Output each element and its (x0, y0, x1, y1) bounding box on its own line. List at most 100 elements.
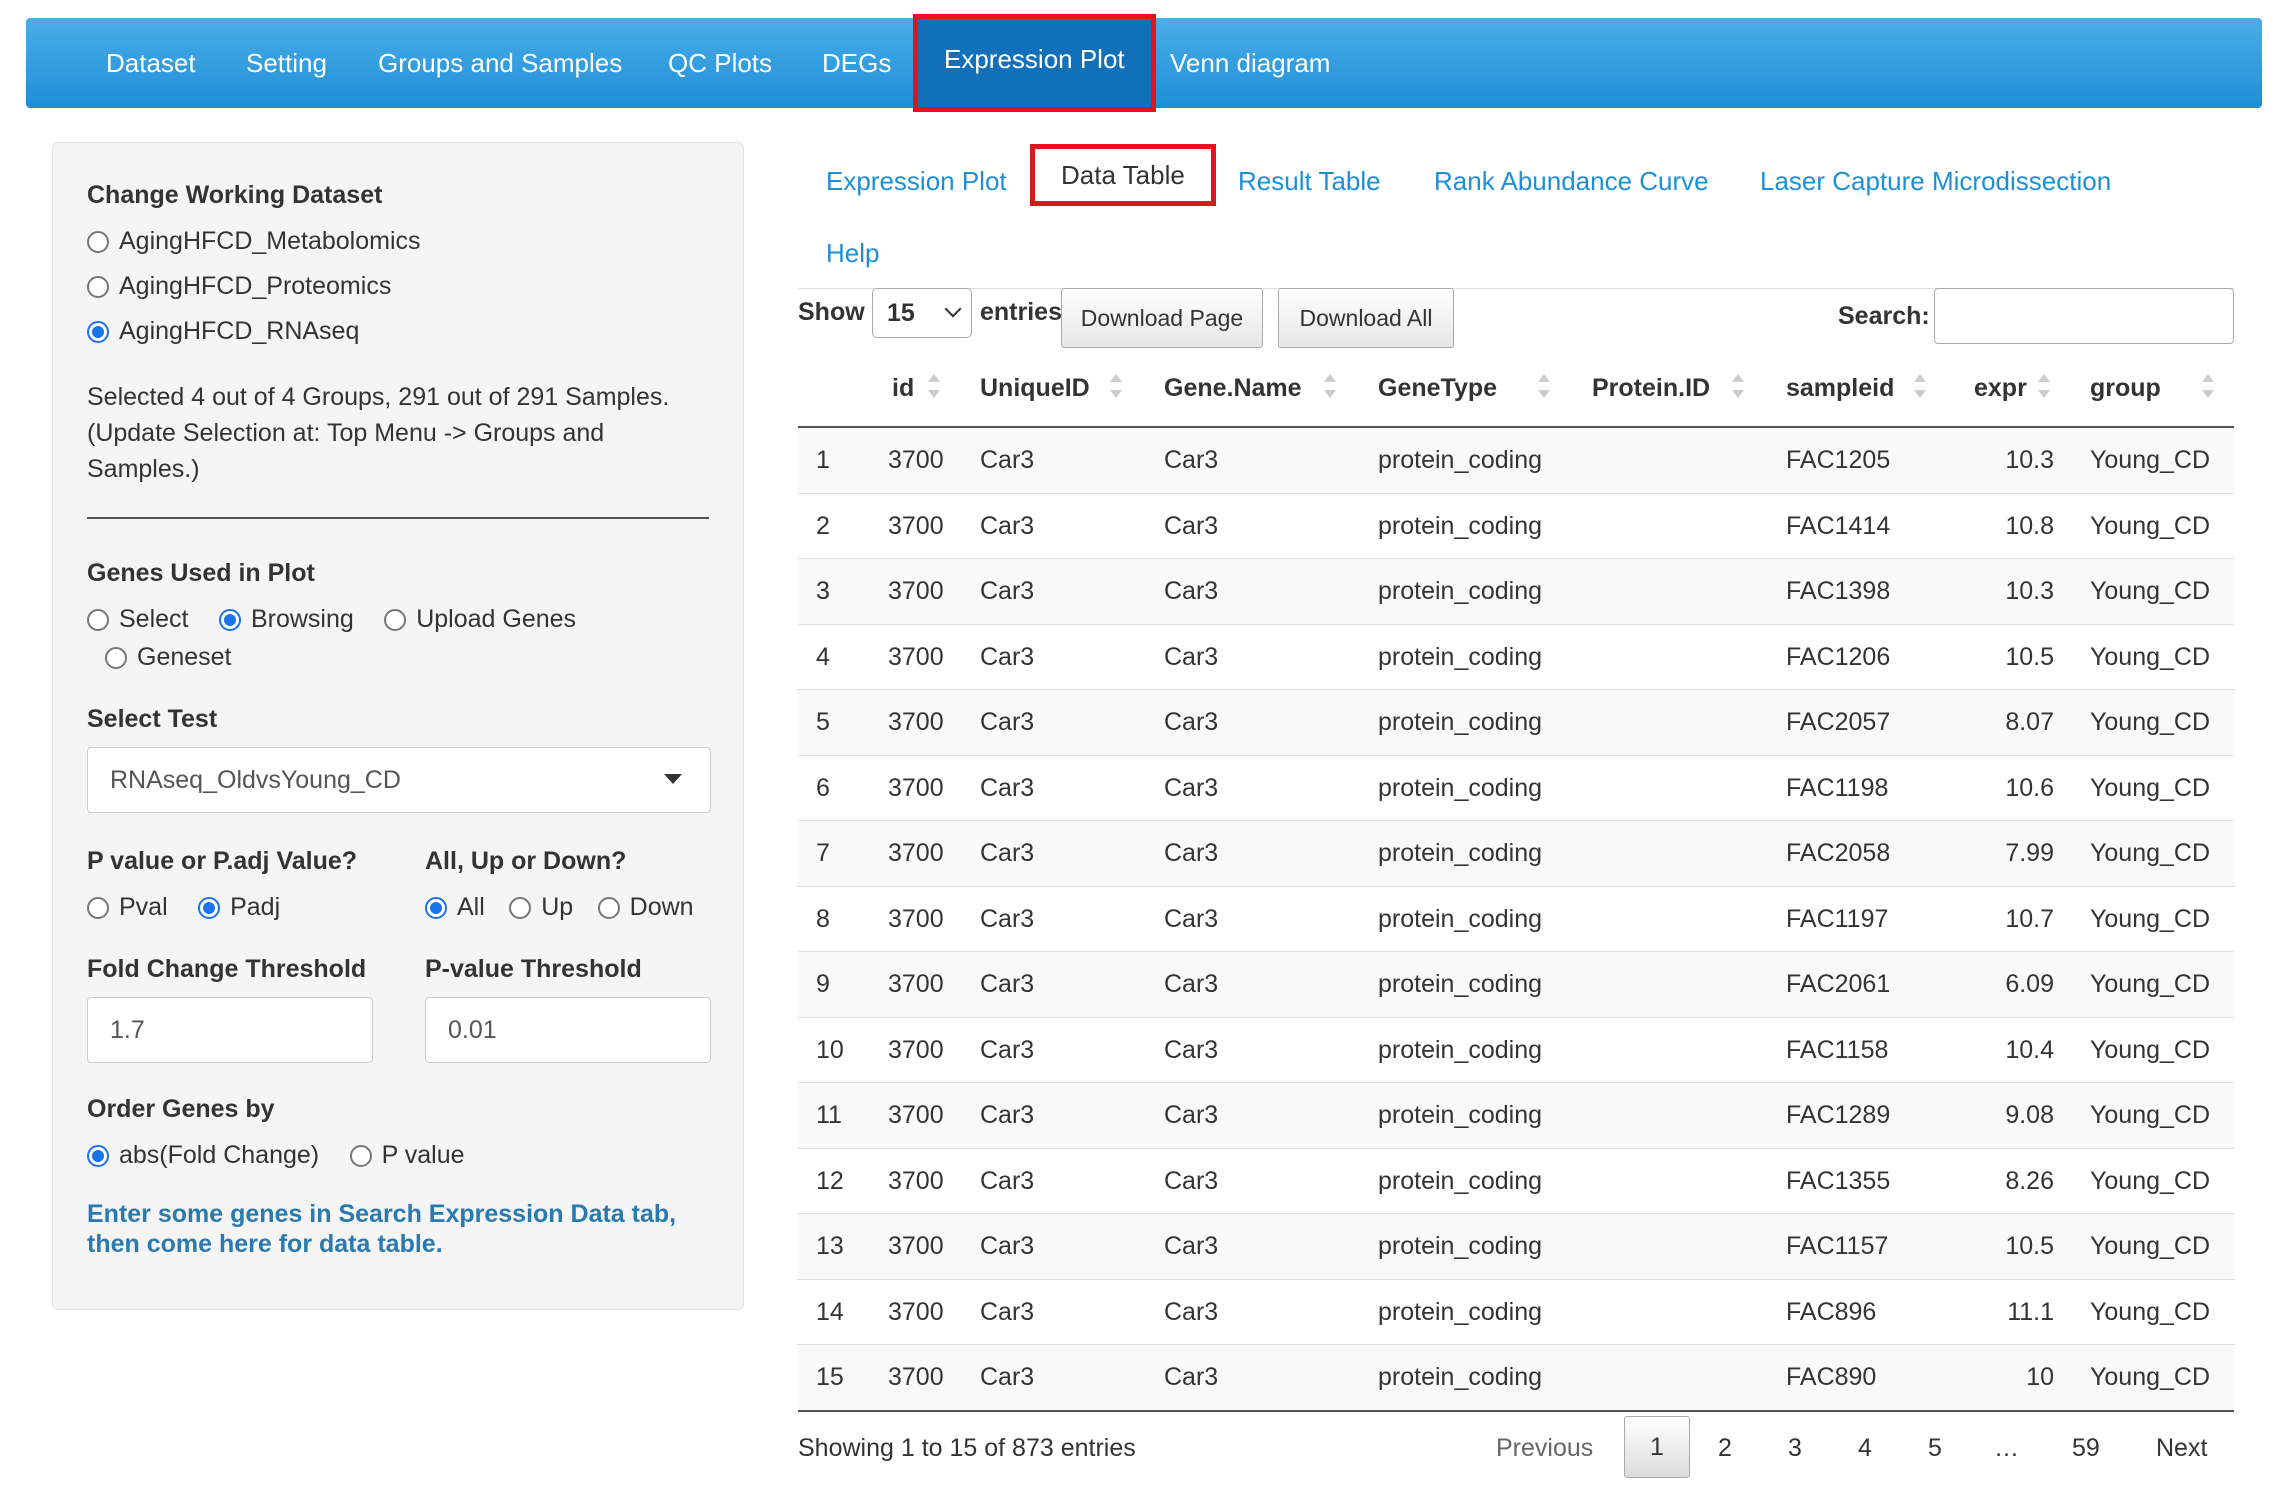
nav-qc-plots[interactable]: QC Plots (668, 18, 772, 108)
radio-icon[interactable] (509, 897, 532, 919)
sort-icon[interactable] (2202, 374, 2214, 404)
radio-icon[interactable] (105, 647, 127, 669)
table-row[interactable]: 4 3700 Car3 Car3 protein_coding FAC1206 10.5 Yo… (798, 625, 2234, 690)
tab-data-table[interactable]: Data Table (1030, 144, 1216, 206)
col-id[interactable]: id (892, 374, 914, 403)
page-59-button[interactable]: 59 (2072, 1434, 2100, 1462)
order-option-pvalue[interactable]: P value (382, 1141, 465, 1169)
tab-result-table[interactable]: Result Table (1238, 166, 1381, 197)
table-cell: Car3 (1164, 839, 1219, 867)
sort-icon[interactable] (1732, 374, 1744, 404)
radio-icon[interactable] (87, 231, 109, 253)
radio-selected-icon[interactable] (198, 897, 221, 919)
direction-option-up[interactable]: Up (541, 893, 573, 921)
entries-select[interactable]: 15 (872, 288, 972, 338)
pval-option-pval[interactable]: Pval (119, 893, 168, 921)
dataset-option-proteomics[interactable]: AgingHFCD_Proteomics (87, 272, 391, 301)
tab-help[interactable]: Help (826, 238, 879, 269)
nav-dataset[interactable]: Dataset (106, 18, 196, 108)
dataset-option-metabolomics[interactable]: AgingHFCD_Metabolomics (87, 227, 421, 256)
table-cell: Car3 (1164, 1101, 1219, 1129)
radio-icon[interactable] (384, 609, 407, 631)
table-bottom-border (798, 1410, 2234, 1412)
table-row[interactable]: 15 3700 Car3 Car3 protein_coding FAC890 10 Youn… (798, 1345, 2234, 1411)
table-row[interactable]: 1 3700 Car3 Car3 protein_coding FAC1205 10.3 Yo… (798, 428, 2234, 494)
radio-selected-icon[interactable] (87, 321, 109, 343)
table-row[interactable]: 5 3700 Car3 Car3 protein_coding FAC2057 8.07 Yo… (798, 690, 2234, 756)
tab-expression-plot[interactable]: Expression Plot (826, 166, 1007, 197)
sidebar-panel: Change Working Dataset AgingHFCD_Metabol… (52, 142, 744, 1310)
col-expr[interactable]: expr (1974, 374, 2027, 403)
table-row[interactable]: 3 3700 Car3 Car3 protein_coding FAC1398 10.3 Yo… (798, 559, 2234, 625)
table-row[interactable]: 12 3700 Car3 Car3 protein_coding FAC1355 8.26 Y… (798, 1149, 2234, 1214)
pvalue-threshold-input[interactable]: 0.01 (425, 997, 711, 1063)
page-3-button[interactable]: 3 (1788, 1434, 1802, 1462)
sort-icon[interactable] (2038, 374, 2050, 404)
pval-option-padj[interactable]: Padj (230, 893, 280, 921)
tab-laser-capture-microdissection[interactable]: Laser Capture Microdissection (1760, 166, 2111, 197)
table-row[interactable]: 2 3700 Car3 Car3 protein_coding FAC1414 10.8 Yo… (798, 494, 2234, 559)
page-2-button[interactable]: 2 (1718, 1434, 1732, 1462)
direction-option-all[interactable]: All (457, 893, 485, 921)
download-all-button[interactable]: Download All (1278, 288, 1454, 348)
col-uniqueid[interactable]: UniqueID (980, 374, 1090, 403)
tab-rank-abundance-curve[interactable]: Rank Abundance Curve (1434, 166, 1709, 197)
genes-option-select[interactable]: Select (119, 605, 188, 633)
next-button[interactable]: Next (2156, 1434, 2207, 1462)
table-row[interactable]: 14 3700 Car3 Car3 protein_coding FAC896 11.1 Yo… (798, 1280, 2234, 1345)
radio-icon[interactable] (87, 276, 109, 298)
table-row[interactable]: 13 3700 Car3 Car3 protein_coding FAC1157 10.5 Y… (798, 1214, 2234, 1280)
search-label: Search: (1838, 302, 1930, 330)
dataset-option-rnaseq[interactable]: AgingHFCD_RNAseq (87, 317, 359, 346)
table-row[interactable]: 6 3700 Car3 Car3 protein_coding FAC1198 10.6 Yo… (798, 756, 2234, 821)
nav-degs[interactable]: DEGs (822, 18, 891, 108)
table-cell: FAC1157 (1786, 1232, 1889, 1260)
genes-option-upload[interactable]: Upload Genes (416, 605, 576, 633)
sort-icon[interactable] (1914, 374, 1926, 404)
sort-icon[interactable] (1538, 374, 1550, 404)
col-protein-id[interactable]: Protein.ID (1592, 374, 1710, 403)
radio-selected-icon[interactable] (218, 609, 241, 631)
table-row[interactable]: 8 3700 Car3 Car3 protein_coding FAC1197 10.7 Yo… (798, 887, 2234, 952)
genes-option-geneset[interactable]: Geneset (137, 643, 232, 671)
genes-option-browsing[interactable]: Browsing (251, 605, 354, 633)
col-gene-name[interactable]: Gene.Name (1164, 374, 1302, 403)
search-input[interactable] (1934, 288, 2234, 344)
fold-change-input[interactable]: 1.7 (87, 997, 373, 1063)
nav-groups-and-samples[interactable]: Groups and Samples (378, 18, 622, 108)
table-cell: FAC2058 (1786, 839, 1891, 867)
radio-selected-icon[interactable] (87, 1145, 109, 1167)
radio-icon[interactable] (349, 1145, 372, 1167)
table-cell: protein_coding (1378, 446, 1543, 474)
sort-icon[interactable] (1324, 374, 1336, 404)
radio-icon[interactable] (597, 897, 620, 919)
nav-expression-plot[interactable]: Expression Plot (913, 14, 1156, 112)
table-cell: Car3 (980, 1232, 1035, 1260)
table-cell: FAC1197 (1786, 904, 1889, 933)
col-genetype[interactable]: GeneType (1378, 374, 1497, 403)
sort-icon[interactable] (928, 374, 940, 404)
page-4-button[interactable]: 4 (1858, 1434, 1872, 1462)
table-cell: Car3 (1164, 1297, 1219, 1326)
direction-option-down[interactable]: Down (630, 893, 694, 921)
nav-setting[interactable]: Setting (246, 18, 327, 108)
radio-icon[interactable] (87, 897, 109, 919)
table-row[interactable]: 9 3700 Car3 Car3 protein_coding FAC2061 6.09 Yo… (798, 952, 2234, 1018)
select-test-dropdown[interactable]: RNAseq_OldvsYoung_CD (87, 747, 711, 813)
previous-button[interactable]: Previous (1496, 1434, 1593, 1462)
radio-icon[interactable] (87, 609, 109, 631)
table-row[interactable]: 11 3700 Car3 Car3 protein_coding FAC1289 9.08 Y… (798, 1083, 2234, 1149)
sort-icon[interactable] (1110, 374, 1122, 404)
table-row[interactable]: 7 3700 Car3 Car3 protein_coding FAC2058 7.99 Yo… (798, 821, 2234, 887)
table-cell: Car3 (1164, 577, 1219, 605)
page-1-button[interactable]: 1 (1624, 1416, 1690, 1478)
col-group[interactable]: group (2090, 374, 2161, 403)
page-5-button[interactable]: 5 (1928, 1434, 1942, 1462)
download-page-button[interactable]: Download Page (1061, 288, 1263, 348)
nav-venn-diagram[interactable]: Venn diagram (1170, 18, 1330, 108)
table-row[interactable]: 10 3700 Car3 Car3 protein_coding FAC1158 10.4 Y… (798, 1018, 2234, 1083)
radio-selected-icon[interactable] (425, 897, 447, 919)
col-sampleid[interactable]: sampleid (1786, 374, 1894, 403)
order-option-fold-change[interactable]: abs(Fold Change) (119, 1141, 319, 1169)
table-cell: FAC1355 (1786, 1166, 1891, 1195)
